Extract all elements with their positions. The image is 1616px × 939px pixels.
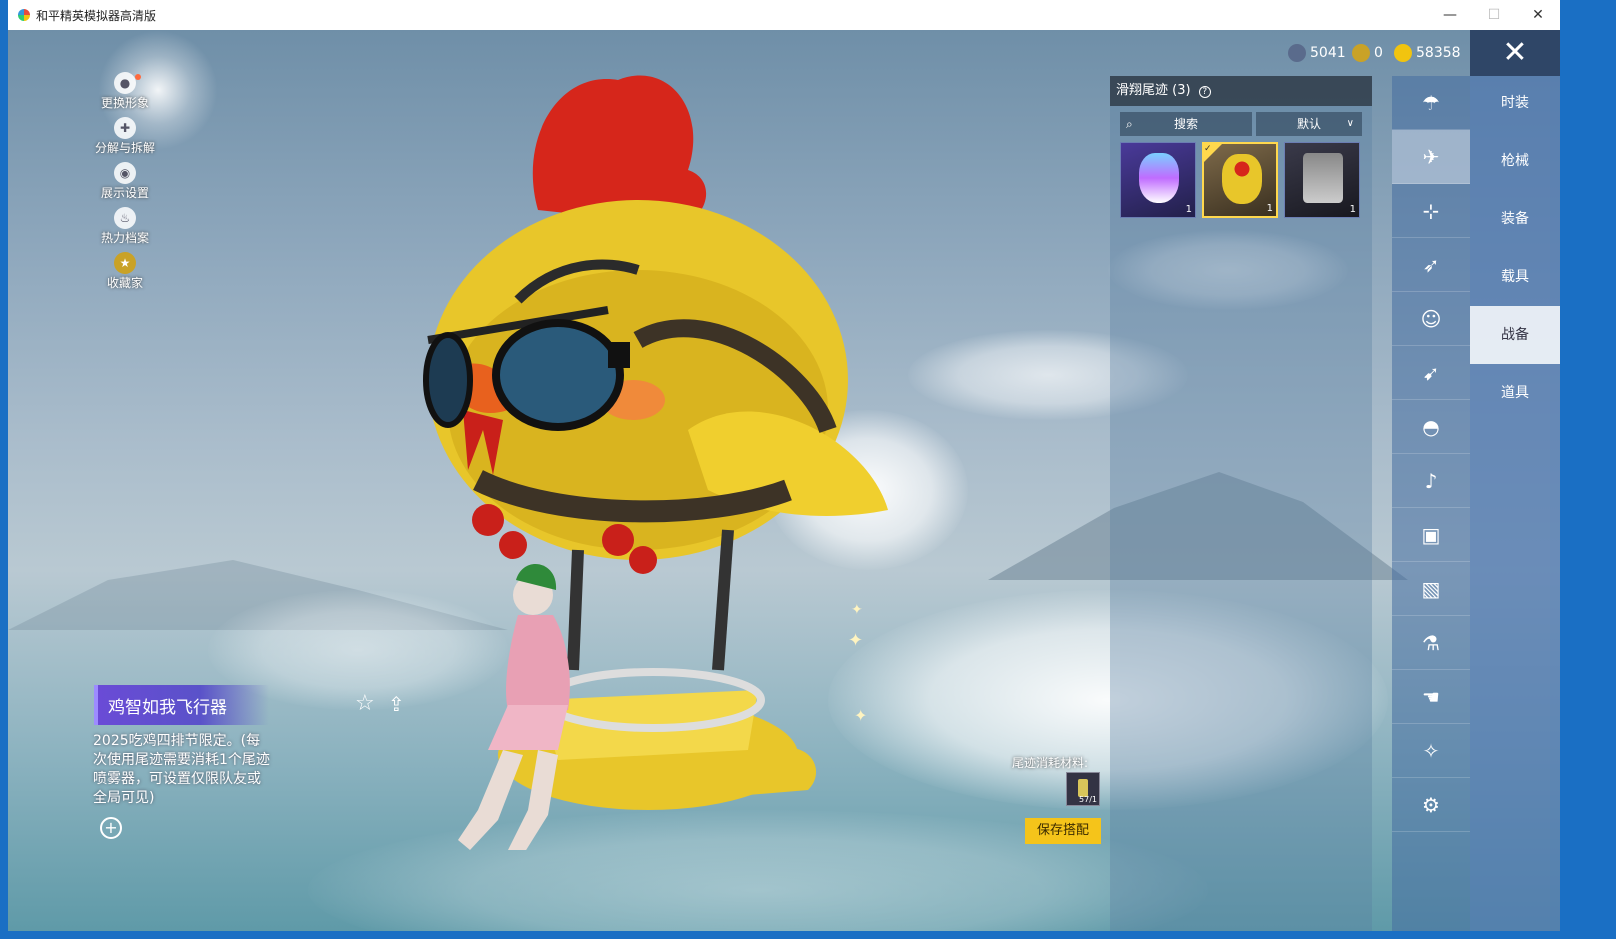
left-menu-collector[interactable]: ★ 收藏家	[80, 252, 170, 297]
robot-icon[interactable]: ▣	[1392, 508, 1470, 562]
app-logo-icon	[18, 9, 30, 21]
app-window: 和平精英模拟器高清版 — ☐ ✕ ✦ ✦ ✦ ● 更换形象 ✚ 分解与拆解 ◉ …	[8, 0, 1560, 931]
sparkle: ✦	[854, 706, 868, 725]
fire-icon: ♨	[114, 207, 136, 229]
chicken-trail-icon	[1222, 154, 1262, 204]
left-menu-label: 更换形象	[100, 96, 149, 110]
collector-badge-icon: ★	[114, 252, 136, 274]
left-menu-heat-profile[interactable]: ♨ 热力档案	[80, 207, 170, 252]
sparkle: ✦	[848, 630, 864, 651]
hand-tap-icon[interactable]: ☚	[1392, 670, 1470, 724]
left-menu-dismantle[interactable]: ✚ 分解与拆解	[80, 117, 170, 162]
search-input[interactable]: ⌕ 搜索	[1120, 112, 1252, 136]
sort-dropdown[interactable]: 默认 ∨	[1256, 112, 1362, 136]
jet-icon[interactable]: ➹	[1392, 346, 1470, 400]
eye-icon: ◉	[114, 162, 136, 184]
trail-items-panel: 滑翔尾迹 (3) ? ⌕ 搜索 默认 ∨ 1 ✓ 1 1	[1110, 76, 1372, 931]
tab-fashion[interactable]: 时装	[1470, 74, 1560, 132]
chevron-down-icon: ∨	[1346, 118, 1354, 129]
gold-coin-icon	[1394, 44, 1412, 62]
plane-icon[interactable]: ➶	[1392, 238, 1470, 292]
category-tab-column: 时装 枪械 装备 载具 战备 道具	[1470, 30, 1560, 931]
trail-material-label: 尾迹消耗材料:	[1012, 756, 1089, 770]
download-trail-icon	[1303, 153, 1343, 203]
glider-icon[interactable]: ✈	[1392, 130, 1470, 184]
tab-combat-gear[interactable]: 战备	[1470, 306, 1560, 364]
sparkle: ✦	[851, 602, 863, 618]
tab-equipment[interactable]: 装备	[1470, 190, 1560, 248]
chicken-airship-preview	[423, 75, 888, 850]
sort-value: 默认	[1296, 117, 1321, 131]
tab-firearms[interactable]: 枪械	[1470, 132, 1560, 190]
gold-badge-coin-icon	[1352, 44, 1370, 62]
spray-can-icon[interactable]: ⚗	[1392, 616, 1470, 670]
left-menu-label: 分解与拆解	[94, 141, 155, 155]
item-qty: 1	[1185, 204, 1192, 215]
game-viewport: ✦ ✦ ✦ ● 更换形象 ✚ 分解与拆解 ◉ 展示设置 ♨ 热力档案 ★ 收藏家…	[8, 30, 1560, 931]
left-menu-label: 热力档案	[100, 231, 149, 245]
currency-gold: 58358	[1394, 42, 1461, 64]
left-menu-label: 收藏家	[106, 276, 143, 290]
close-icon[interactable]: ✕	[1470, 30, 1560, 76]
title-bar: 和平精英模拟器高清版 — ☐ ✕	[8, 0, 1560, 30]
favorite-star-icon[interactable]: ☆	[355, 692, 379, 716]
helmet-icon[interactable]: ◓	[1392, 400, 1470, 454]
dismantle-icon: ✚	[114, 117, 136, 139]
item-qty: 1	[1266, 203, 1273, 214]
left-menu: ● 更换形象 ✚ 分解与拆解 ◉ 展示设置 ♨ 热力档案 ★ 收藏家	[80, 72, 170, 297]
panel-header: 滑翔尾迹 (3) ?	[1110, 76, 1372, 106]
share-icon[interactable]: ⇪	[388, 692, 412, 716]
minimize-button[interactable]: —	[1428, 0, 1472, 30]
item-title-bar: 鸡智如我飞行器	[94, 685, 269, 725]
trail-item-thumbnail[interactable]: 1	[1284, 142, 1360, 218]
left-menu-display-settings[interactable]: ◉ 展示设置	[80, 162, 170, 207]
globe-coin-icon	[1288, 44, 1306, 62]
checkmark-icon: ✓	[1204, 144, 1222, 162]
picture-icon[interactable]: ▧	[1392, 562, 1470, 616]
currency-globe: 5041	[1288, 42, 1346, 64]
trail-item-thumbnail[interactable]: 1	[1120, 142, 1196, 218]
panel-title: 滑翔尾迹 (3)	[1116, 83, 1191, 98]
drone-icon[interactable]: ⊹	[1392, 184, 1470, 238]
currency-value: 58358	[1416, 45, 1461, 61]
avatar-icon: ●	[114, 72, 136, 94]
left-menu-change-avatar[interactable]: ● 更换形象	[80, 72, 170, 117]
left-menu-label: 展示设置	[100, 186, 149, 200]
tab-items[interactable]: 道具	[1470, 364, 1560, 422]
currency-value: 5041	[1310, 45, 1346, 61]
parachute-icon[interactable]: ☂	[1392, 76, 1470, 130]
airship-icon[interactable]: ⚙	[1392, 778, 1470, 832]
rainbow-trail-icon	[1139, 153, 1179, 203]
sparkle-icon[interactable]: ✧	[1392, 724, 1470, 778]
item-qty: 1	[1349, 204, 1356, 215]
speaker-icon[interactable]: ♪	[1392, 454, 1470, 508]
currency-value: 0	[1374, 45, 1383, 61]
save-outfit-button[interactable]: 保存搭配	[1025, 818, 1101, 844]
subcategory-icon-column: ☂ ✈ ⊹ ➶ ☺ ➹ ◓ ♪ ▣ ▧ ⚗ ☚ ✧ ⚙	[1392, 76, 1470, 931]
trail-count: 57/1	[1079, 795, 1097, 804]
zoom-in-icon[interactable]: +	[100, 817, 122, 839]
search-placeholder: 搜索	[1173, 117, 1198, 131]
emote-face-icon[interactable]: ☺	[1392, 292, 1470, 346]
trail-spray-item[interactable]: 57/1	[1066, 772, 1100, 806]
tab-vehicles[interactable]: 载具	[1470, 248, 1560, 306]
item-description: 2025吃鸡四排节限定。(每次使用尾迹需要消耗1个尾迹喷雾器，可设置仅限队友或全…	[93, 733, 270, 806]
maximize-button[interactable]: ☐	[1472, 0, 1516, 30]
currency-badge: 0	[1352, 42, 1383, 64]
trail-item-thumbnail-selected[interactable]: ✓ 1	[1202, 142, 1278, 218]
search-icon: ⌕	[1126, 117, 1133, 131]
item-name: 鸡智如我飞行器	[108, 698, 227, 718]
notification-dot	[135, 74, 141, 80]
help-icon[interactable]: ?	[1198, 86, 1211, 98]
window-close-button[interactable]: ✕	[1516, 0, 1560, 30]
window-title: 和平精英模拟器高清版	[36, 9, 157, 23]
